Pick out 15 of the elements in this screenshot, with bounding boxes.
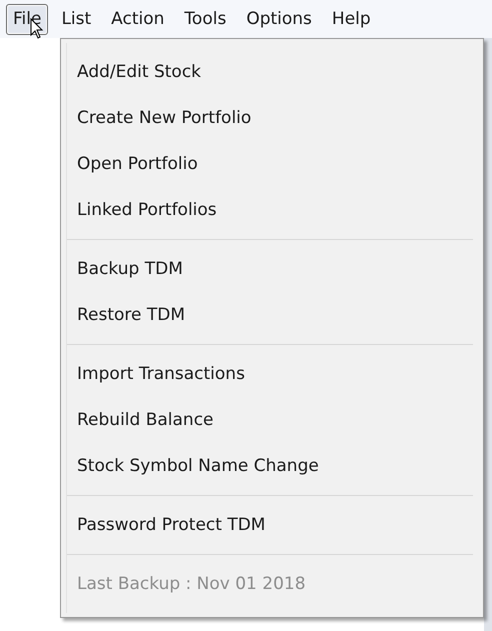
menu-entry[interactable]: Restore TDM [67, 292, 473, 338]
menu-item[interactable]: Help [324, 4, 378, 34]
menu-item[interactable]: Tools [177, 4, 234, 34]
menu-entry[interactable]: Password Protect TDM [67, 502, 473, 548]
menu-entry[interactable]: Open Portfolio [67, 141, 473, 187]
menu-entry[interactable]: Backup TDM [67, 246, 473, 292]
menu-item[interactable]: Options [239, 4, 319, 34]
menu-entry[interactable]: Linked Portfolios [67, 187, 473, 233]
menu-entry[interactable]: Rebuild Balance [67, 397, 473, 443]
menu-entry[interactable]: Import Transactions [67, 351, 473, 397]
menu-item[interactable]: Action [104, 4, 172, 34]
menu-item[interactable]: List [54, 4, 98, 34]
menu-entry[interactable]: Create New Portfolio [67, 95, 473, 141]
menu-entry[interactable]: Stock Symbol Name Change [67, 443, 473, 489]
menu-entry[interactable]: Add/Edit Stock [67, 49, 473, 95]
